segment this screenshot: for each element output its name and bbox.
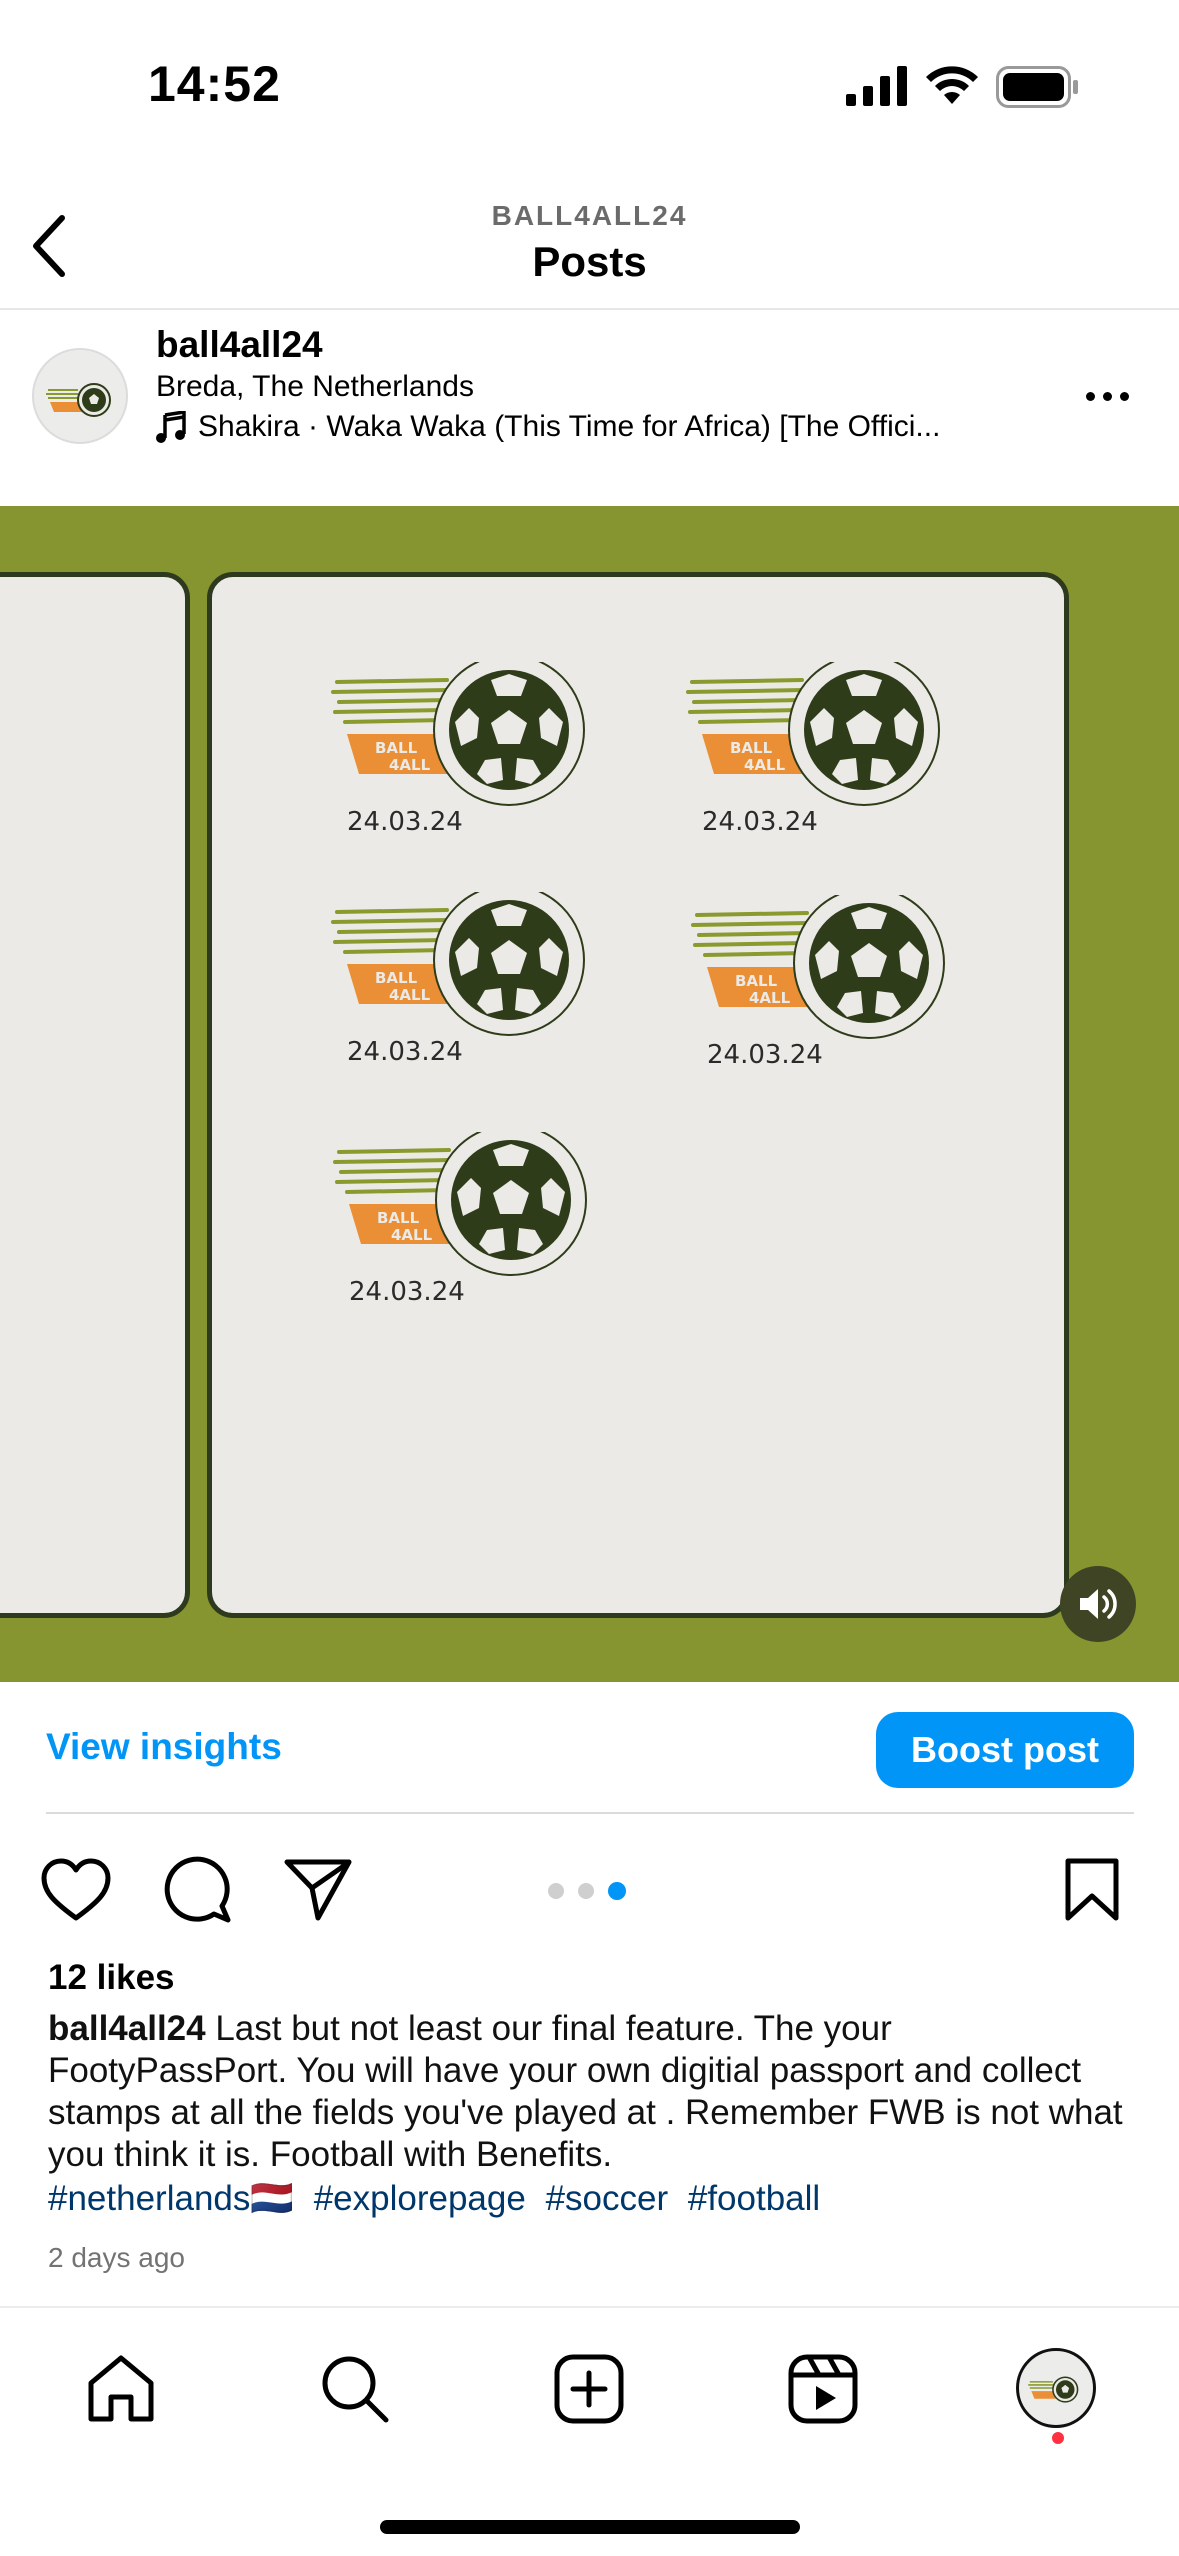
likes-count[interactable]: 12 likes [48,1958,175,1998]
stamp-date: 24.03.24 [347,1037,463,1067]
stamp-logo-text: 4ALL [389,756,431,774]
stamp-date: 24.03.24 [702,807,818,837]
battery-icon [996,66,1078,108]
heart-icon [41,1858,111,1921]
caption-username[interactable]: ball4all24 [48,2009,206,2048]
speaker-icon [1080,1589,1117,1619]
carousel-indicator [548,1882,626,1900]
header-account-name: BALL4ALL24 [491,200,688,231]
post-header: ball4all24 Breda, The Netherlands Shakir… [0,312,1179,506]
stamp: BALL 4ALL 24.03.24 [327,892,607,1082]
cellular-signal-icon [846,66,907,106]
hashtag-link[interactable]: #soccer [546,2179,669,2218]
stamp-logo-text: 4ALL [391,1226,433,1244]
volume-button[interactable] [1060,1566,1136,1642]
tab-home[interactable] [76,2344,166,2434]
tab-reels[interactable] [778,2344,868,2434]
add-post-icon [554,2354,624,2424]
ball4all-stamp-icon: BALL 4ALL [331,892,585,1036]
carousel-dot [548,1883,564,1899]
wifi-icon [926,66,978,104]
carousel-dot [578,1883,594,1899]
status-time: 14:52 [148,56,281,112]
tab-profile[interactable] [1016,2348,1096,2428]
posts-header: BALL4ALL24 Posts [0,170,1179,310]
post-caption: ball4all24 Last but not least our final … [48,2008,1138,2176]
home-indicator [380,2520,800,2534]
hashtag-link[interactable]: #netherlands🇳🇱 [48,2179,294,2218]
post-location[interactable]: Breda, The Netherlands [156,370,474,404]
more-options-button[interactable] [1086,384,1142,408]
page-title: Posts [532,238,647,285]
tab-search[interactable] [310,2344,400,2434]
view-insights-link[interactable]: View insights [46,1726,282,1768]
ball4all-stamp-icon: BALL 4ALL [686,662,940,806]
more-dot [1086,391,1095,401]
reels-icon [788,2354,858,2424]
stamp-logo-text: 4ALL [389,986,431,1004]
caption-text: Last but not least our final feature. Th… [48,2009,1123,2174]
post-timestamp: 2 days ago [48,2242,185,2273]
stamp-logo-text: 4ALL [749,989,791,1007]
like-button[interactable] [38,1852,114,1928]
hashtag-link[interactable]: #explorepage [314,2179,526,2218]
tab-create[interactable] [544,2344,634,2434]
more-dot [1103,391,1112,401]
ball4all-stamp-icon: BALL 4ALL [691,895,945,1039]
stamp-date: 24.03.24 [707,1040,823,1070]
share-button[interactable] [280,1852,356,1928]
stamp: BALL 4ALL 24.03.24 [687,895,967,1085]
hashtag-link[interactable]: #football [688,2179,820,2218]
paper-plane-icon [284,1859,352,1921]
ball4all-logo-icon [46,383,111,417]
stamp-logo-text: BALL [375,969,418,987]
status-bar: 14:52 [0,0,1179,170]
music-track-label: Shakira · Waka Waka (This Time for Afric… [198,410,941,443]
stamp: BALL 4ALL 24.03.24 [327,662,607,852]
search-icon [322,2356,389,2423]
ball4all-stamp-icon: BALL 4ALL [331,662,585,806]
carousel-dot-active [608,1882,626,1900]
more-dot [1120,391,1129,401]
divider [46,1812,1134,1814]
stamp-logo-text: BALL [375,739,418,757]
stamp-date: 24.03.24 [347,807,463,837]
avatar[interactable] [32,348,128,444]
post-username[interactable]: ball4all24 [156,324,323,366]
ball4all-stamp-icon: BALL 4ALL [333,1132,587,1276]
insights-row: View insights Boost post [0,1682,1179,1814]
stamp-date: 24.03.24 [349,1277,465,1307]
comment-bubble-icon [164,1856,231,1923]
save-button[interactable] [1054,1852,1130,1928]
stamp-logo-text: BALL [377,1209,420,1227]
stamp: BALL 4ALL 24.03.24 [329,1132,609,1322]
previous-passport-card [0,572,190,1618]
bookmark-icon [1065,1858,1119,1921]
hashtags: #netherlands🇳🇱 #explorepage #soccer #foo… [48,2178,830,2219]
stamp-logo-text: BALL [730,739,773,757]
post-music[interactable]: Shakira · Waka Waka (This Time for Afric… [156,410,940,444]
music-note-icon [156,411,186,443]
profile-avatar-icon [1028,2376,1079,2403]
boost-post-button[interactable]: Boost post [876,1712,1134,1788]
stamp-logo-text: BALL [735,972,778,990]
home-icon [88,2355,154,2422]
post-media[interactable]: BALL 4ALL 24.03.24 BALL 4ALL 24.03.24 BA… [0,506,1179,1682]
passport-card: BALL 4ALL 24.03.24 BALL 4ALL 24.03.24 BA… [207,572,1069,1618]
stamp: BALL 4ALL 24.03.24 [682,662,962,852]
stamp-logo-text: 4ALL [744,756,786,774]
comment-button[interactable] [160,1852,236,1928]
notification-dot [1052,2432,1064,2444]
bottom-tab-bar [0,2306,1179,2556]
post-actions-row [0,1840,1179,1940]
